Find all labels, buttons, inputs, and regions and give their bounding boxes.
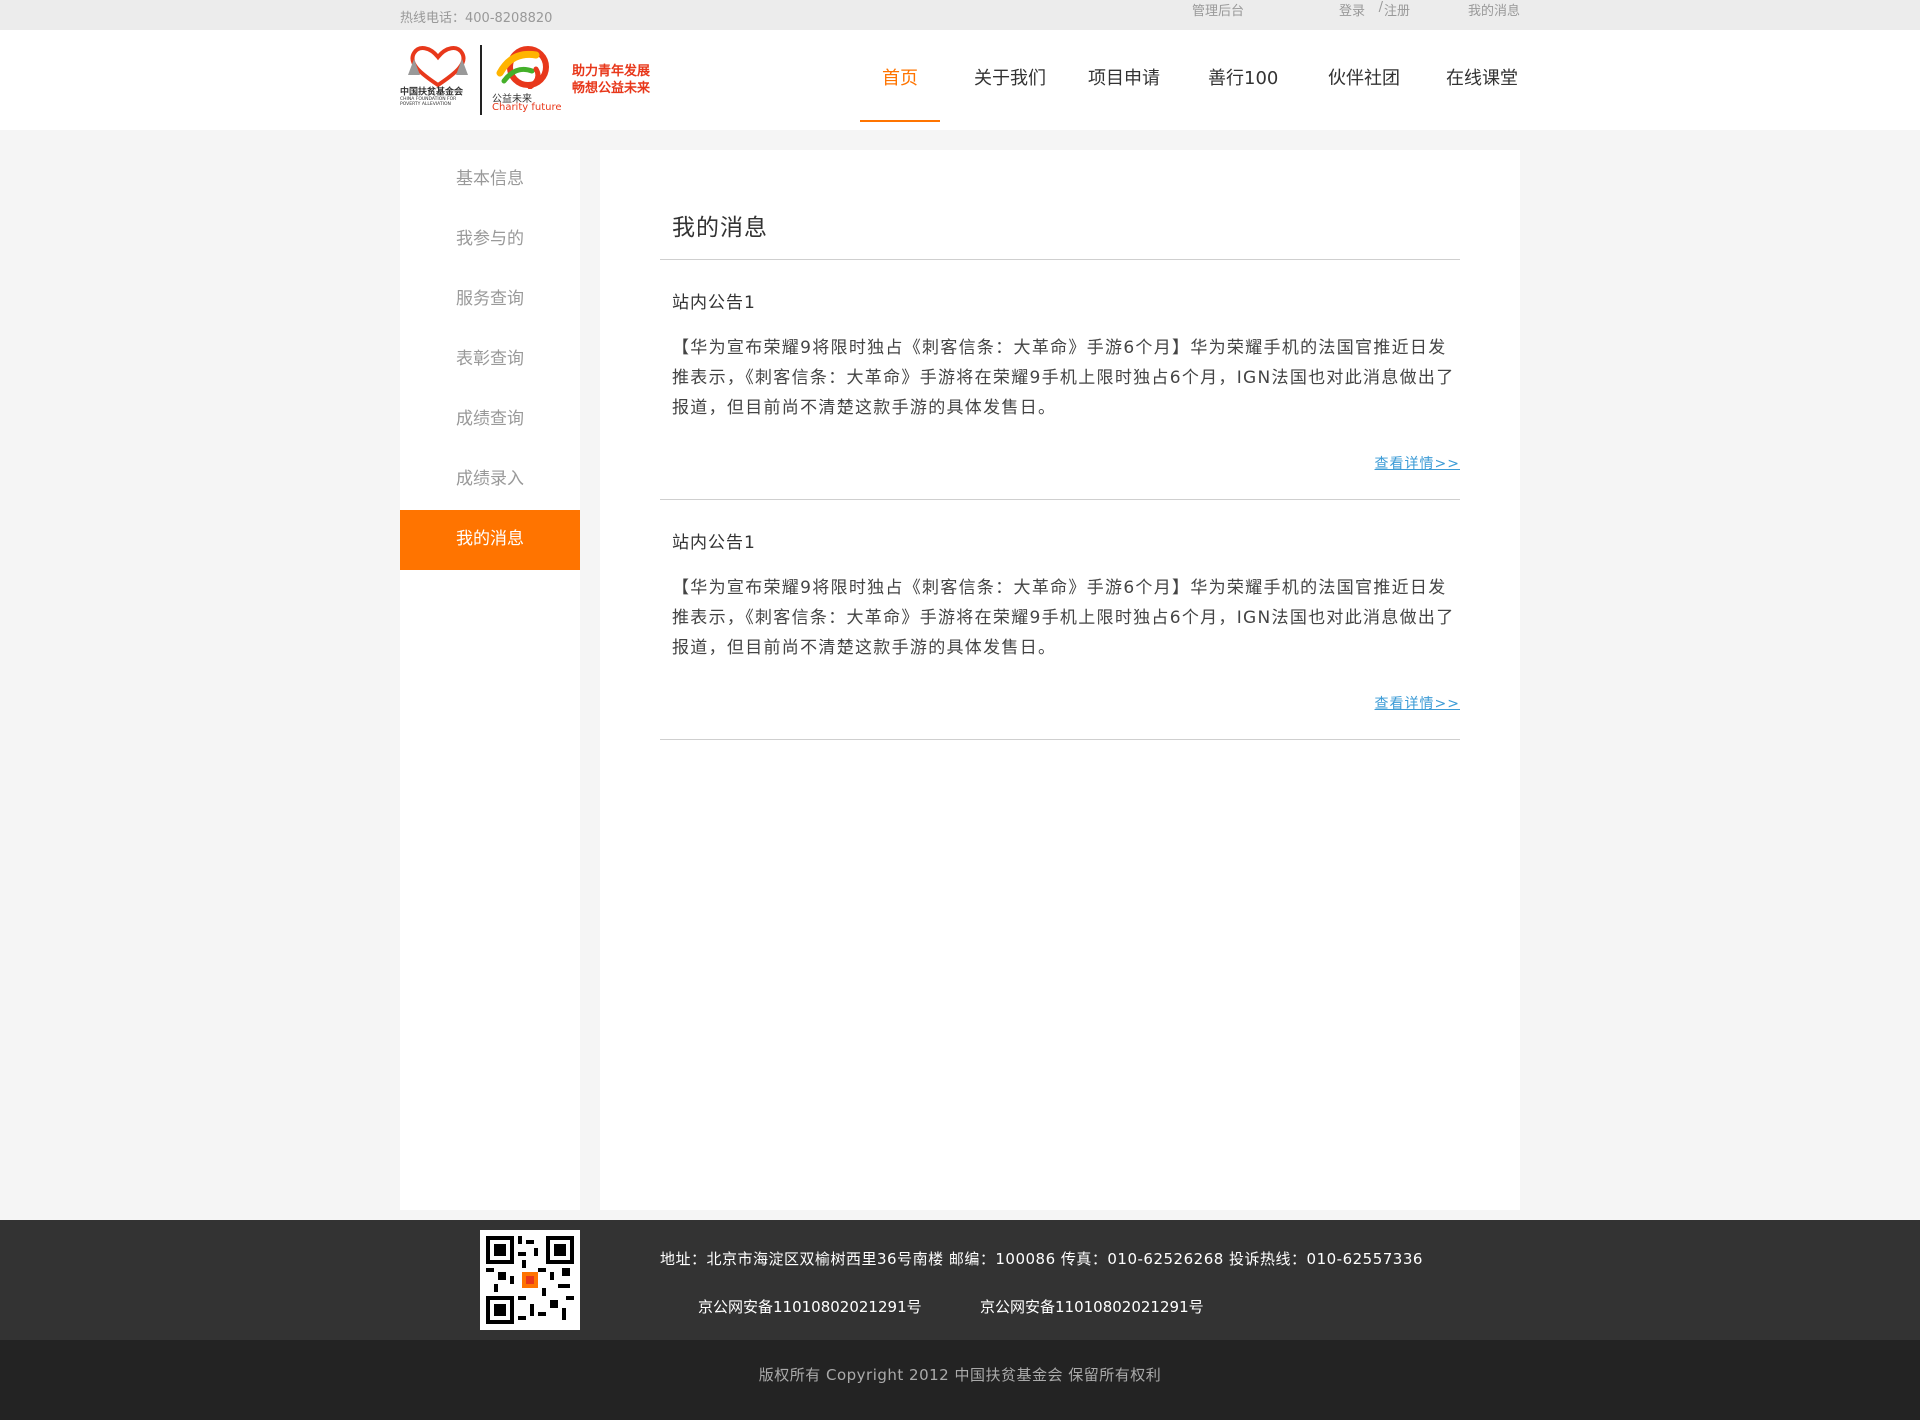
nav-item-shanxing100[interactable]: 善行100	[1208, 30, 1278, 130]
admin-link[interactable]: 管理后台	[1192, 0, 1244, 19]
sidebar-item-service-query[interactable]: 服务查询	[400, 270, 580, 330]
slogan-line-2: 畅想公益未来	[572, 81, 651, 96]
message-body: 【华为宣布荣耀9将限时独占《刺客信条：大革命》手游6个月】华为荣耀手机的法国官推…	[672, 578, 1455, 658]
register-link[interactable]: 注册	[1384, 0, 1410, 19]
main-area: 基本信息 我参与的 服务查询 表彰查询 成绩查询 成绩录入 我的消息 我的消息 …	[400, 150, 1520, 1210]
message-title: 站内公告1	[672, 293, 756, 313]
message-title: 站内公告1	[672, 533, 756, 553]
nav-item-partner-clubs[interactable]: 伙伴社团	[1326, 30, 1402, 130]
header: 中国扶贫基金会 CHINA FOUNDATION FOR POVERTY ALL…	[0, 30, 1920, 130]
sidebar: 基本信息 我参与的 服务查询 表彰查询 成绩查询 成绩录入 我的消息	[400, 150, 580, 1210]
nav-item-project-apply[interactable]: 项目申请	[1086, 30, 1162, 130]
footer-icp-2[interactable]: 京公网安备11010802021291号	[980, 1296, 1204, 1317]
sidebar-item-participated[interactable]: 我参与的	[400, 210, 580, 270]
footer-icp-1[interactable]: 京公网安备11010802021291号	[698, 1296, 922, 1317]
message-body: 【华为宣布荣耀9将限时独占《刺客信条：大革命》手游6个月】华为荣耀手机的法国官推…	[672, 338, 1455, 418]
sidebar-item-commendation-query[interactable]: 表彰查询	[400, 330, 580, 390]
logo-slogan: 助力青年发展 畅想公益未来	[572, 63, 650, 97]
content-panel: 我的消息 站内公告1 【华为宣布荣耀9将限时独占《刺客信条：大革命》手游6个月】…	[600, 150, 1520, 1210]
qr-code-icon	[480, 1230, 580, 1330]
message-item: 站内公告1 【华为宣布荣耀9将限时独占《刺客信条：大革命》手游6个月】华为荣耀手…	[660, 260, 1460, 500]
nav-item-about[interactable]: 关于我们	[972, 30, 1048, 130]
site-logo[interactable]: 中国扶贫基金会 CHINA FOUNDATION FOR POVERTY ALL…	[400, 45, 670, 115]
slogan-line-1: 助力青年发展	[572, 64, 651, 79]
page-title: 我的消息	[660, 150, 1460, 260]
nav-item-home[interactable]: 首页	[860, 30, 940, 130]
sidebar-item-score-entry[interactable]: 成绩录入	[400, 450, 580, 510]
logo-divider	[480, 45, 482, 115]
message-item: 站内公告1 【华为宣布荣耀9将限时独占《刺客信条：大革命》手游6个月】华为荣耀手…	[660, 500, 1460, 740]
main-nav: 首页 关于我们 项目申请 善行100 伙伴社团 在线课堂	[860, 30, 1520, 130]
my-messages-link[interactable]: 我的消息	[1468, 0, 1520, 19]
view-details-link[interactable]: 查看详情>>	[1375, 453, 1460, 473]
nav-item-online-class[interactable]: 在线课堂	[1444, 30, 1520, 130]
view-details-link[interactable]: 查看详情>>	[1375, 693, 1460, 713]
footer-copyright: 版权所有 Copyright 2012 中国扶贫基金会 保留所有权利	[0, 1340, 1920, 1420]
cfpa-logo-en: CHINA FOUNDATION FOR POVERTY ALLEVIATION	[400, 96, 457, 107]
sidebar-item-basic-info[interactable]: 基本信息	[400, 150, 580, 210]
footer-info: 地址：北京市海淀区双榆树西里36号南楼 邮编：100086 传真：010-625…	[0, 1220, 1920, 1340]
footer-address: 地址：北京市海淀区双榆树西里36号南楼 邮编：100086 传真：010-625…	[660, 1250, 1423, 1268]
charity-logo-en: Charity future	[492, 102, 562, 113]
charity-future-logo-icon: 公益未来 Charity future	[492, 45, 562, 115]
login-register-separator: /	[1378, 0, 1383, 15]
top-bar: 热线电话：400-8208820 管理后台 登录 / 注册 我的消息	[0, 0, 1920, 30]
footer: 地址：北京市海淀区双榆树西里36号南楼 邮编：100086 传真：010-625…	[0, 1220, 1920, 1420]
sidebar-item-score-query[interactable]: 成绩查询	[400, 390, 580, 450]
cfpa-logo-icon: 中国扶贫基金会 CHINA FOUNDATION FOR POVERTY ALL…	[400, 45, 476, 115]
cfpa-logo-text: 中国扶贫基金会	[400, 87, 463, 98]
hotline-text: 热线电话：400-8208820	[400, 11, 553, 26]
login-link[interactable]: 登录	[1339, 0, 1365, 19]
sidebar-item-my-messages[interactable]: 我的消息	[400, 510, 580, 570]
